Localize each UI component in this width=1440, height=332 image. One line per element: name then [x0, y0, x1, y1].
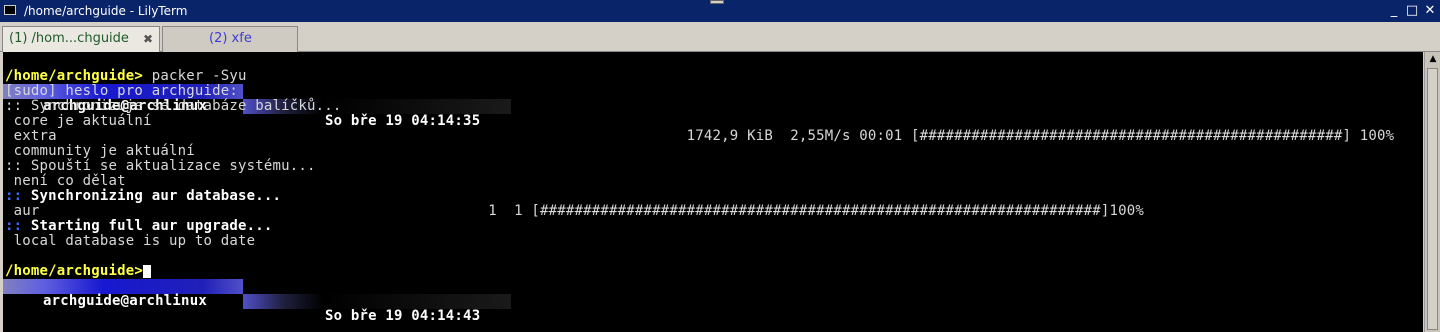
minimize-button[interactable]: _: [1386, 4, 1402, 18]
output-line: local database is up to date: [5, 233, 256, 249]
aur-upgrade-line: :: Starting full aur upgrade...: [5, 219, 273, 234]
aur-upgrade-text: Starting full aur upgrade...: [30, 218, 273, 234]
output-line: community je aktuální: [5, 143, 195, 159]
output-line: :: Spouští se aktualizace systému...: [5, 158, 316, 174]
text-cursor: [143, 264, 152, 278]
terminal-output[interactable]: archguide@archlinux So bře 19 04:14:35 /…: [3, 52, 1423, 332]
window-titlebar[interactable]: /home/archguide - LilyTerm _ □ ✕: [0, 0, 1440, 22]
tab-home-archguide[interactable]: (1) /hom...chguide ✖: [2, 26, 160, 52]
output-line: aur 1 1 [###############################…: [5, 203, 1144, 219]
output-line: :: Synchronizuje se databáze balíčků...: [5, 98, 342, 114]
prompt-line: /home/archguide> packer -Syu: [5, 69, 247, 84]
output-line: core je aktuální: [5, 113, 152, 129]
status-bar-gradient: [243, 294, 511, 309]
tab-label: (2) xfe: [209, 31, 252, 46]
status-user-host: archguide@archlinux: [43, 293, 207, 309]
close-tab-icon[interactable]: ✖: [143, 27, 153, 51]
output-line: [sudo] heslo pro archguide:: [5, 83, 238, 99]
status-datetime: So bře 19 04:14:35: [325, 113, 481, 129]
prompt-path: /home/archguide>: [5, 263, 144, 279]
output-line: extra 1742,9 KiB 2,55M/s 00:01 [########…: [5, 128, 1395, 144]
aur-upgrade-prefix: ::: [5, 218, 31, 234]
command-text: packer -Syu: [143, 68, 247, 84]
aur-sync-text: Synchronizing aur database...: [30, 188, 282, 204]
aur-sync-line: :: Synchronizing aur database...: [5, 189, 281, 204]
terminal-scrollbar[interactable]: ▲: [1424, 52, 1440, 332]
tab-xfe[interactable]: (2) xfe: [162, 26, 298, 52]
prompt-path: /home/archguide>: [5, 68, 144, 84]
status-datetime: So bře 19 04:14:43: [325, 308, 481, 324]
aur-sync-prefix: ::: [5, 188, 31, 204]
titlebar-grip: [710, 0, 724, 4]
scrollbar-thumb[interactable]: [1427, 68, 1438, 330]
status-bar-gradient: [3, 279, 243, 294]
scroll-up-arrow-icon[interactable]: ▲: [1427, 53, 1439, 65]
status-bar: archguide@archlinux So bře 19 04:14:35: [3, 54, 511, 129]
terminal-app-icon[interactable]: [4, 5, 16, 15]
tab-bar: (1) /hom...chguide ✖ (2) xfe: [0, 22, 1440, 52]
prompt-line[interactable]: /home/archguide>: [5, 263, 152, 279]
window-title: /home/archguide - LilyTerm: [24, 4, 188, 18]
maximize-button[interactable]: □: [1404, 4, 1420, 18]
output-line: není co dělat: [5, 173, 126, 189]
close-window-button[interactable]: ✕: [1422, 4, 1438, 18]
status-bar: archguide@archlinux So bře 19 04:14:43: [3, 249, 511, 324]
tab-label: (1) /hom...chguide: [9, 31, 129, 46]
